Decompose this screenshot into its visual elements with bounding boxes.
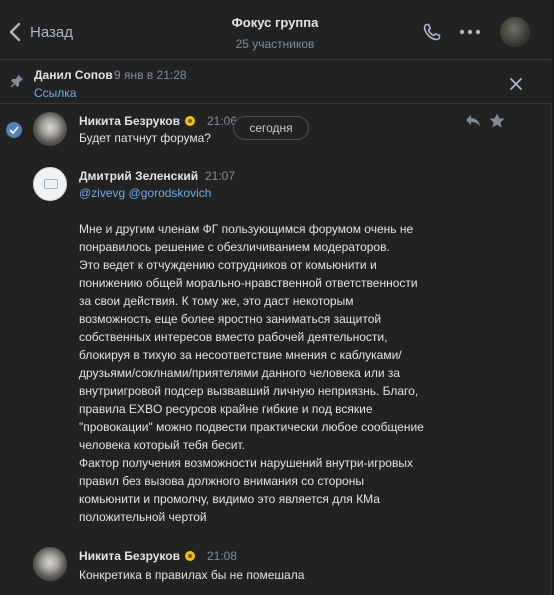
pinned-link[interactable]: Ссылка [34,86,76,100]
message-time: 21:08 [207,549,238,563]
reply-icon[interactable] [464,112,482,130]
verified-badge-icon [185,116,195,126]
message-author[interactable]: Дмитрий Зеленский [79,169,198,183]
more-button[interactable] [458,20,482,44]
call-button[interactable] [420,20,444,44]
more-icon [459,29,481,35]
pinned-author[interactable]: Данил Сопов [34,68,113,82]
close-icon[interactable] [506,74,526,94]
back-label: Назад [30,23,73,41]
verified-badge-icon [185,551,195,561]
message-author[interactable]: Никита Безруков [79,114,180,128]
message-text: Мне и другим членам ФГ пользующимся фору… [79,222,424,524]
phone-icon [423,23,441,41]
participants-count: 25 участников [235,37,315,51]
selected-check-icon[interactable] [6,122,22,138]
chat-header: Назад Фокус группа 25 участников [0,0,552,60]
mention-link[interactable]: @gorodskovich [129,186,212,200]
mention-link[interactable]: @zivevg [79,186,125,200]
date-separator: сегодня [233,116,309,140]
message-text: Конкретика в правилах бы не помешала [79,568,305,582]
chat-title-block[interactable]: Фокус группа 25 участников [190,15,360,51]
pin-icon [10,75,23,88]
message-mentions: @zivevg @gorodskovich [79,184,211,202]
message-time: 21:07 [205,169,236,183]
pinned-time: 9 янв в 21:28 [114,68,187,82]
chat-title: Фокус группа [231,15,319,30]
message-author[interactable]: Никита Безруков [79,549,180,563]
chevron-left-icon [9,22,21,42]
avatar[interactable] [33,547,67,581]
avatar[interactable] [33,167,67,201]
message-text: Будет патчнут форума? [79,131,211,145]
chat-avatar[interactable] [500,17,530,47]
chat-window: Назад Фокус группа 25 участников Данил С… [0,0,552,595]
avatar[interactable] [33,112,67,146]
back-button[interactable]: Назад [8,20,73,44]
star-icon[interactable] [488,112,506,130]
pinned-message[interactable]: Данил Сопов 9 янв в 21:28 Ссылка [0,61,552,104]
